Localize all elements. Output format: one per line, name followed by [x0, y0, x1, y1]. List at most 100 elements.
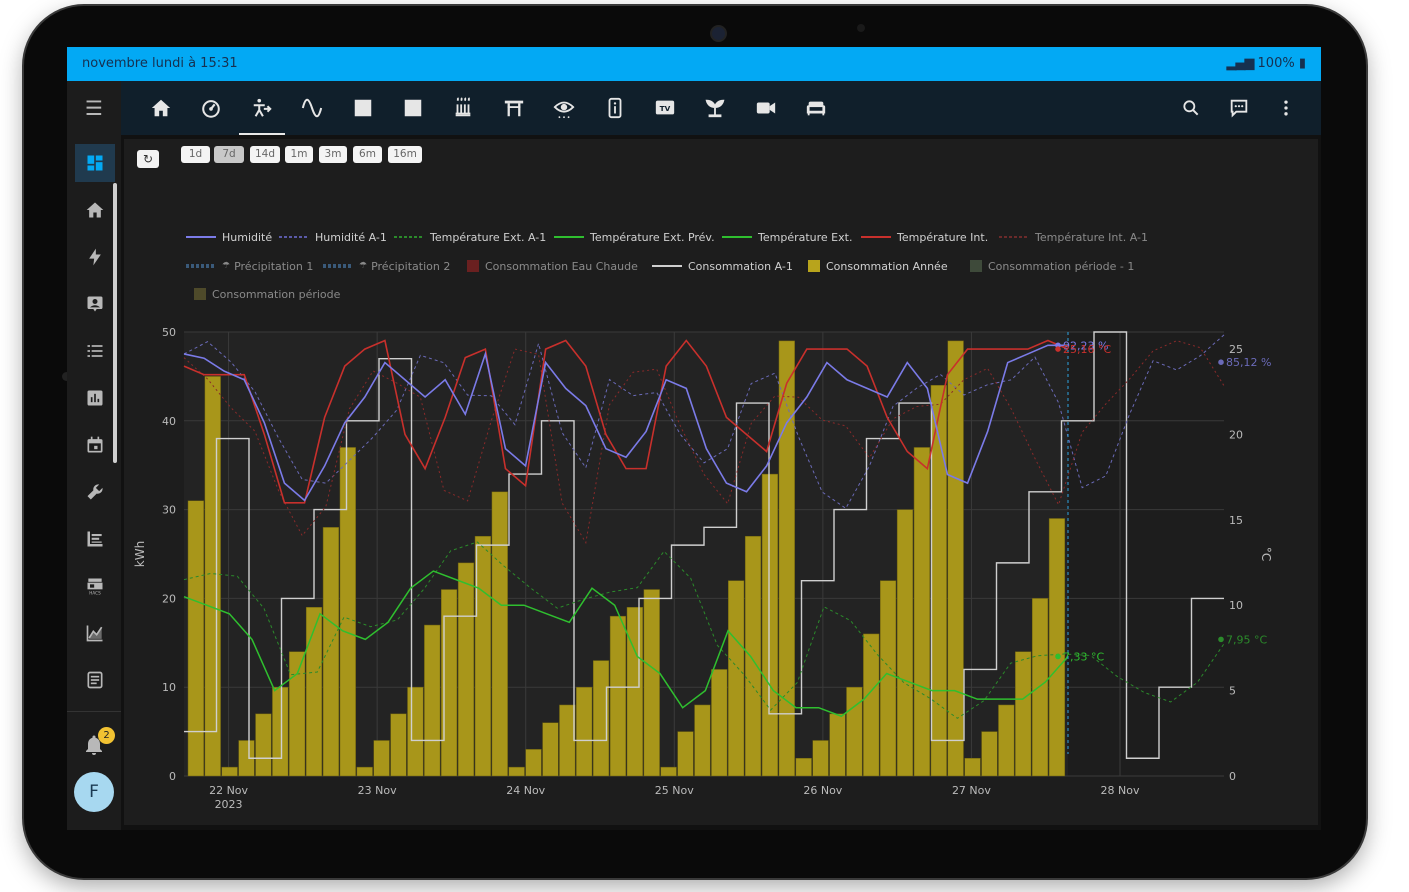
- consumption-bar: [576, 686, 593, 777]
- tab-13-camera[interactable]: [743, 81, 789, 135]
- tab-5-square[interactable]: [340, 81, 386, 135]
- tab-7-heater[interactable]: [440, 81, 486, 135]
- tab-4-sine-wave[interactable]: [289, 81, 335, 135]
- svg-text:HACS: HACS: [89, 590, 101, 595]
- history-chart[interactable]: 0 10 20 30 40 50 0 5 10 15 20 25 22 Nov 23 Nov 24 Nov 2…: [124, 139, 1318, 825]
- tab-14-sofa[interactable]: [793, 81, 839, 135]
- search-icon[interactable]: [1179, 96, 1203, 120]
- consumption-bar: [221, 766, 238, 777]
- sidebar-item-overview[interactable]: [75, 144, 115, 182]
- y2-axis-label: °C: [1259, 547, 1273, 561]
- consumption-bar: [457, 562, 475, 777]
- consumption-bar: [677, 731, 694, 777]
- value-annotation: 85,12 %: [1226, 356, 1271, 369]
- consumption-bar: [711, 669, 728, 777]
- sidebar-item-energy[interactable]: [75, 238, 115, 276]
- consumption-bar: [1015, 651, 1032, 777]
- chart-box-icon: [87, 531, 103, 547]
- signal-icon: ▂▄▆: [1226, 56, 1254, 71]
- consumption-bar: [305, 607, 323, 777]
- value-annotation: 25,16 °C: [1063, 343, 1111, 356]
- value-annotation: 7,95 °C: [1226, 633, 1267, 646]
- battery-icon: ▮: [1298, 56, 1306, 71]
- info-box-icon: [608, 97, 622, 119]
- sidebar-item-hacs[interactable]: HACS: [75, 567, 115, 605]
- screen: novembre lundi à 15:31 ▂▄▆ 100% ▮ ☰ HACS…: [67, 47, 1321, 830]
- y2-tick-label: 10: [1229, 599, 1243, 612]
- status-time: novembre lundi à 15:31: [82, 56, 238, 71]
- sidebar-item-stats[interactable]: [75, 379, 115, 417]
- home-icon: [151, 99, 171, 117]
- consumption-bar: [1048, 518, 1066, 777]
- sine-wave-icon: [302, 98, 323, 118]
- consumption-bar: [694, 704, 711, 777]
- consumption-bar: [643, 589, 660, 777]
- y-tick-label: 40: [162, 415, 176, 428]
- consumption-bar: [998, 704, 1015, 777]
- y-tick-label: 0: [169, 770, 176, 783]
- dashboard-icon: [87, 155, 103, 171]
- tab-11-tv[interactable]: TV: [642, 81, 688, 135]
- consumption-bar: [272, 686, 289, 777]
- consumption-bar: [424, 624, 441, 777]
- sidebar-item-home[interactable]: [75, 191, 115, 229]
- value-marker: [1218, 359, 1224, 365]
- dots-vertical-icon[interactable]: [1274, 96, 1298, 120]
- line-chart-icon: [86, 625, 103, 642]
- sidebar-item-logbook[interactable]: [75, 661, 115, 699]
- consumption-bar: [728, 580, 745, 777]
- x-tick-label: 26 Nov: [803, 784, 842, 797]
- status-bar: novembre lundi à 15:31 ▂▄▆ 100% ▮: [67, 47, 1321, 81]
- value-annotation: 7,33 °C: [1063, 650, 1104, 663]
- y2-tick-label: 20: [1229, 428, 1243, 441]
- x-year-label: 2023: [215, 798, 243, 811]
- tab-9-eye[interactable]: [541, 81, 587, 135]
- notes-icon: [87, 671, 103, 689]
- sidebar-divider: [67, 711, 121, 712]
- eye-icon: [553, 101, 575, 119]
- value-marker: [1055, 653, 1061, 660]
- x-tick-label: 22 Nov: [209, 784, 248, 797]
- tab-8-gate[interactable]: [491, 81, 537, 135]
- menu-icon[interactable]: ☰: [82, 96, 106, 120]
- tab-3-weather-run[interactable]: [238, 81, 285, 135]
- home-icon: [86, 202, 104, 218]
- tab-6-square[interactable]: [390, 81, 436, 135]
- notification-badge: 2: [98, 727, 115, 744]
- sidebar-item-person[interactable]: [75, 285, 115, 323]
- tab-2-gauge[interactable]: [188, 81, 234, 135]
- consumption-bar: [846, 686, 863, 777]
- status-battery: ▂▄▆ 100% ▮: [1226, 47, 1306, 81]
- sidebar-item-tools[interactable]: [75, 473, 115, 511]
- consumption-bar: [491, 491, 508, 777]
- wrench-icon: [87, 484, 103, 500]
- consumption-bar: [812, 740, 829, 777]
- consumption-bar: [964, 757, 981, 777]
- hacs-store-icon: HACS: [87, 578, 103, 595]
- gauge-icon: [202, 100, 221, 118]
- chat-icon[interactable]: [1227, 96, 1251, 120]
- plant-icon: [705, 99, 725, 118]
- top-toolbar: TV: [121, 81, 1321, 135]
- consumption-bar: [981, 731, 998, 777]
- tab-1-home[interactable]: [138, 81, 184, 135]
- value-marker: [1055, 346, 1061, 352]
- y2-tick-label: 5: [1229, 685, 1236, 698]
- tab-12-plant[interactable]: [692, 81, 738, 135]
- consumption-bar: [1031, 598, 1049, 777]
- consumption-bar: [761, 473, 779, 777]
- tab-10-info-box[interactable]: [592, 81, 638, 135]
- scrollbar[interactable]: [113, 183, 117, 463]
- sidebar-item-calendar[interactable]: [75, 426, 115, 464]
- consumption-bar: [896, 509, 914, 777]
- consumption-bar: [474, 535, 491, 777]
- x-tick-label: 24 Nov: [506, 784, 545, 797]
- x-tick-label: 27 Nov: [952, 784, 991, 797]
- consumption-bar: [660, 766, 677, 777]
- sidebar-item-history[interactable]: [75, 520, 115, 558]
- sidebar-item-graphs[interactable]: [75, 614, 115, 652]
- history-card: ↻ 1d 7d 14d 1m 3m 6m 16m Humidité Humidité A-1 T…: [124, 139, 1318, 825]
- sidebar-item-list[interactable]: [75, 332, 115, 370]
- avatar[interactable]: F: [74, 772, 114, 812]
- consumption-bar: [542, 722, 559, 777]
